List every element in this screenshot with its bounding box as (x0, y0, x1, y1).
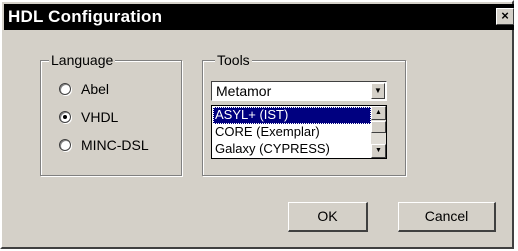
close-button[interactable]: × (496, 8, 514, 25)
radio-label-vhdl: VHDL (81, 109, 119, 125)
window-title: HDL Configuration (8, 7, 163, 26)
list-item-asyl[interactable]: ASYL+ (IST) (213, 107, 371, 124)
radio-option-abel[interactable]: Abel (59, 79, 109, 99)
radio-button-vhdl[interactable] (59, 111, 71, 123)
radio-label-minc-dsl: MINC-DSL (81, 137, 149, 153)
scroll-down-icon[interactable]: ▼ (371, 144, 386, 158)
title-bar: HDL Configuration × (4, 4, 514, 30)
list-scrollbar[interactable]: ▲ ▼ (371, 106, 386, 158)
language-group: Language Abel VHDL MINC-DSL (40, 52, 182, 176)
list-item-galaxy[interactable]: Galaxy (CYPRESS) (213, 141, 371, 158)
tools-legend: Tools (215, 52, 252, 68)
tools-combo-value: Metamor (216, 83, 272, 99)
scroll-up-icon[interactable]: ▲ (371, 106, 386, 120)
scrollbar-thumb[interactable] (371, 121, 386, 133)
cancel-button[interactable]: Cancel (398, 202, 496, 232)
hdl-configuration-dialog: HDL Configuration × Language Abel VHDL M… (0, 0, 514, 249)
ok-button[interactable]: OK (288, 202, 368, 232)
chevron-down-icon[interactable]: ▼ (371, 83, 385, 99)
tools-combobox[interactable]: Metamor ▼ (211, 81, 387, 101)
radio-button-abel[interactable] (59, 83, 71, 95)
radio-button-minc-dsl[interactable] (59, 139, 71, 151)
tools-group: Tools Metamor ▼ ASYL+ (IST) CORE (Exempl… (202, 52, 406, 176)
radio-option-minc-dsl[interactable]: MINC-DSL (59, 135, 149, 155)
close-icon: × (501, 8, 509, 23)
list-item-core[interactable]: CORE (Exemplar) (213, 124, 371, 141)
radio-label-abel: Abel (81, 81, 110, 97)
radio-option-vhdl[interactable]: VHDL (59, 107, 118, 127)
tools-dropdown-list[interactable]: ASYL+ (IST) CORE (Exemplar) Galaxy (CYPR… (211, 105, 387, 159)
language-legend: Language (49, 52, 116, 68)
